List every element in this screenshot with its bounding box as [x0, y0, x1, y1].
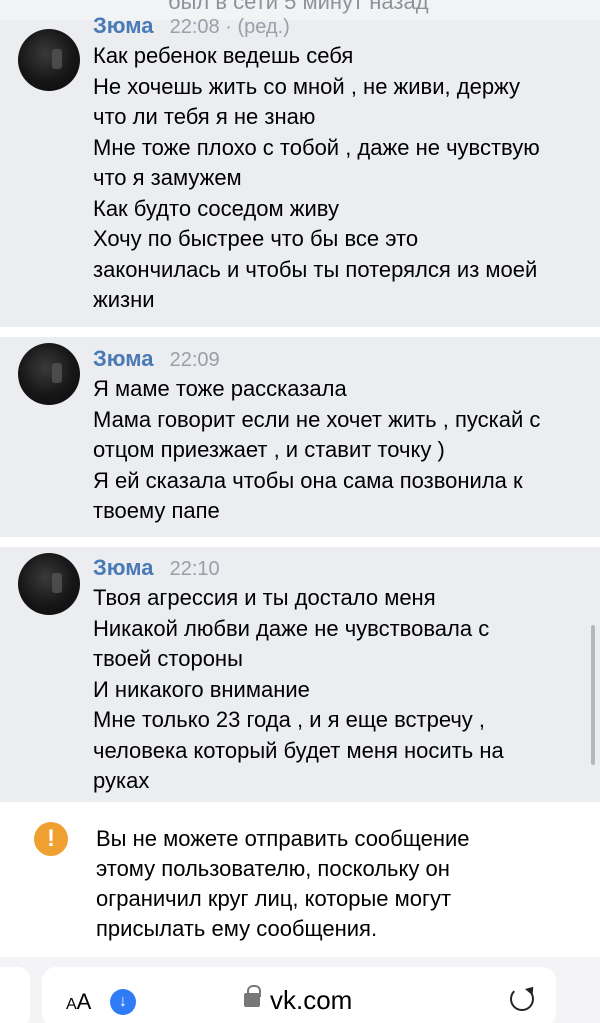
message-divider — [0, 537, 600, 547]
lock-icon — [244, 985, 261, 1007]
message-line: отцом приезжает , и ставит точку ) — [93, 437, 445, 462]
notice-line: присылать ему сообщения. — [96, 916, 378, 941]
message-divider — [0, 327, 600, 337]
message-line: Никакой любви даже не чувствовала с — [93, 615, 490, 641]
last-seen-status: был в сети 5 минут назад — [0, 0, 600, 20]
message-line: жизни — [93, 287, 155, 312]
warning-icon: ! — [34, 822, 68, 856]
message-line: Я маме тоже рассказала — [93, 376, 347, 401]
avatar[interactable] — [18, 553, 80, 615]
message-line: Я ей сказала чтобы она сама позвонила к — [93, 467, 523, 493]
notice-line: ограничил круг лиц, которые могут — [96, 886, 452, 911]
message-author[interactable]: Зюма — [93, 13, 154, 38]
message-line: Хочу по быстрее что бы все это — [93, 226, 419, 251]
notice-text: Вы не можете отправить сообщение этому п… — [96, 824, 556, 944]
message-group: Зюма 22:10 Твоя агрессия и ты достало ме… — [0, 547, 600, 802]
notice-line: этому пользователю, поскольку он — [96, 856, 450, 881]
message-time: 22:09 — [169, 349, 220, 371]
message-header: Зюма 22:09 — [93, 346, 220, 372]
message-time: 22:08 · (ред.) — [169, 16, 290, 38]
browser-bottom-bar: AA ↓ vk.com — [0, 957, 600, 1023]
message-line: Мне только 23 года , и я еще встречу , — [93, 707, 486, 732]
message-line: Как будто соседом живу — [93, 195, 339, 221]
message-header: Зюма 22:08 · (ред.) — [93, 13, 290, 39]
message-group: Зюма 22:09 Я маме тоже рассказала Мама г… — [0, 337, 600, 537]
message-author[interactable]: Зюма — [93, 346, 154, 371]
message-author[interactable]: Зюма — [93, 555, 154, 580]
message-line: руках — [93, 768, 150, 793]
message-line: Твоя агрессия и ты достало меня — [93, 585, 436, 610]
tab-preview[interactable] — [0, 967, 30, 1023]
message-line: Как ребенок ведешь себя — [93, 43, 354, 68]
url-text[interactable]: vk.com — [270, 985, 352, 1016]
message-text: Твоя агрессия и ты достало меня Никакой … — [93, 583, 504, 797]
message-line: И никакого внимание — [93, 676, 310, 702]
blocked-notice: ! Вы не можете отправить сообщение этому… — [0, 802, 600, 957]
text-size-small-a: A — [66, 996, 77, 1013]
message-line: человека который будет меня носить на — [93, 737, 504, 763]
message-line: Мама говорит если не хочет жить , пускай… — [93, 406, 541, 432]
avatar[interactable] — [18, 343, 80, 405]
message-line: что я замужем — [93, 165, 242, 190]
message-line: что ли тебя я не знаю — [93, 104, 316, 129]
message-text: Как ребенок ведешь себя Не хочешь жить с… — [93, 41, 540, 316]
message-text: Я маме тоже рассказала Мама говорит если… — [93, 374, 540, 527]
text-size-big-a: A — [76, 989, 92, 1014]
scrollbar[interactable] — [591, 625, 595, 765]
address-bar[interactable]: AA ↓ vk.com — [42, 967, 556, 1023]
message-header: Зюма 22:10 — [93, 555, 220, 581]
message-line: Мне тоже плохо с тобой , даже не чувству… — [93, 134, 540, 160]
message-line: твоей стороны — [93, 646, 243, 671]
avatar[interactable] — [18, 29, 80, 91]
message-line: закончилась и чтобы ты потерялся из моей — [93, 256, 538, 282]
message-line: Не хочешь жить со мной , не живи, держу — [93, 73, 521, 99]
message-time: 22:10 — [169, 558, 220, 580]
download-icon[interactable]: ↓ — [110, 989, 136, 1015]
message-group: Зюма 22:08 · (ред.) Как ребенок ведешь с… — [0, 13, 600, 327]
notice-line: Вы не можете отправить сообщение — [96, 826, 470, 851]
text-size-button[interactable]: AA — [66, 989, 91, 1015]
reload-icon[interactable] — [510, 987, 534, 1011]
message-line: твоему папе — [93, 498, 220, 523]
